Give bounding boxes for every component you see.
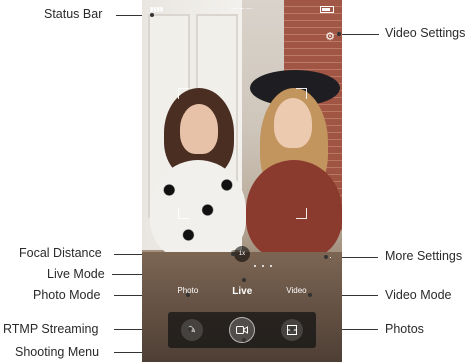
camera-preview-screen: ▮▮▮▮ — — — ⚙ 1x ⋯ Photo Live Video ✎ [142, 0, 342, 362]
video-mode-anchor [308, 293, 312, 297]
status-bar-label: Status Bar [44, 7, 103, 21]
shooting-menu-label: Shooting Menu [15, 345, 100, 359]
person-left-body [150, 160, 246, 260]
shooting-menu-anchor [242, 338, 246, 342]
zoom-level-dots [254, 254, 294, 267]
focus-frame-corner-tr [296, 88, 307, 99]
mode-switcher: Photo Live Video [142, 286, 342, 297]
photo-mode-anchor [186, 293, 190, 297]
more-settings-label: More Settings [385, 249, 463, 263]
focus-frame-corner-bl [178, 208, 189, 219]
video-mode-label: Video Mode [385, 288, 452, 302]
live-mode-label: Live Mode [47, 267, 105, 281]
focus-frame-corner-tl [178, 88, 189, 99]
rtmp-streaming-anchor [188, 327, 192, 331]
status-bar: ▮▮▮▮ — — — [142, 0, 342, 18]
rtmp-streaming-label: RTMP Streaming [3, 322, 99, 336]
person-left-face [180, 104, 218, 154]
status-left-text: ▮▮▮▮ [150, 6, 164, 13]
rtmp-streaming-button[interactable]: ✎ [181, 319, 203, 341]
video-settings-leader [339, 34, 379, 35]
person-right-face [274, 98, 312, 148]
video-settings-label: Video Settings [385, 26, 466, 40]
mode-video[interactable]: Video [286, 286, 306, 297]
status-bar-anchor [150, 13, 154, 17]
focal-distance-button[interactable]: 1x [234, 246, 250, 262]
more-settings-anchor [324, 255, 328, 259]
focal-distance-anchor [231, 252, 235, 256]
photo-mode-label: Photo Mode [33, 288, 101, 302]
mode-live[interactable]: Live [232, 286, 252, 297]
status-center-text: — — — [230, 6, 253, 12]
battery-icon [320, 5, 334, 13]
person-right-body [246, 160, 342, 260]
focus-frame-corner-br [296, 208, 307, 219]
gear-icon[interactable]: ⚙ [324, 31, 336, 43]
live-mode-anchor [242, 278, 246, 282]
photos-anchor [290, 327, 294, 331]
video-camera-icon [236, 326, 248, 334]
photos-label: Photos [385, 322, 424, 336]
video-settings-anchor [337, 32, 341, 36]
focal-distance-label: Focal Distance [19, 246, 102, 260]
